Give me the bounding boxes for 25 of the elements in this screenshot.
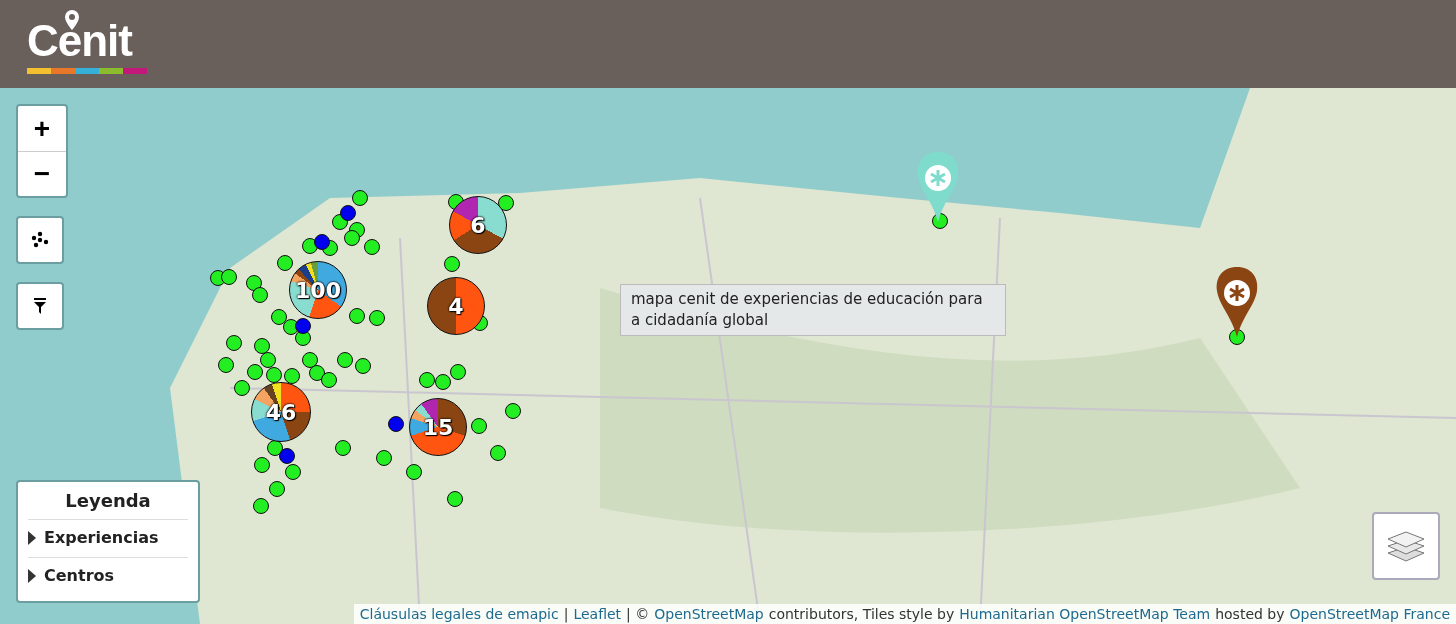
attribution-text: | <box>563 606 569 622</box>
zoom-out-button[interactable]: − <box>18 151 66 196</box>
filter-icon <box>34 298 46 314</box>
dots-icon <box>31 231 49 249</box>
legend-item[interactable]: Experiencias <box>28 520 188 557</box>
cluster-toggle-button[interactable] <box>16 216 64 264</box>
attribution-text: | © <box>626 606 650 622</box>
map-tooltip: mapa cenit de experiencias de educación para a cidadanía global <box>620 284 1006 336</box>
color-stripe-icon <box>27 68 147 74</box>
attribution-text: hosted by <box>1215 606 1285 622</box>
attribution-link[interactable]: OpenStreetMap France <box>1289 606 1450 622</box>
attribution-link[interactable]: Cláusulas legales de emapic <box>359 606 559 622</box>
expand-arrow-icon <box>28 530 36 545</box>
logo-text[interactable]: Cenit <box>27 18 132 64</box>
filter-button[interactable] <box>16 282 64 330</box>
expand-arrow-icon <box>28 568 36 583</box>
attribution-link[interactable]: OpenStreetMap <box>654 606 764 622</box>
attribution-link[interactable]: Leaflet <box>573 606 622 622</box>
attribution-text: contributors, Tiles style by <box>768 606 955 622</box>
legend-title: Leyenda <box>28 488 188 520</box>
zoom-in-button[interactable]: + <box>18 106 66 151</box>
layers-button[interactable] <box>1372 512 1440 580</box>
attribution-link[interactable]: Humanitarian OpenStreetMap Team <box>959 606 1211 622</box>
layers-icon <box>1387 529 1425 563</box>
legend-item[interactable]: Centros <box>28 557 188 595</box>
